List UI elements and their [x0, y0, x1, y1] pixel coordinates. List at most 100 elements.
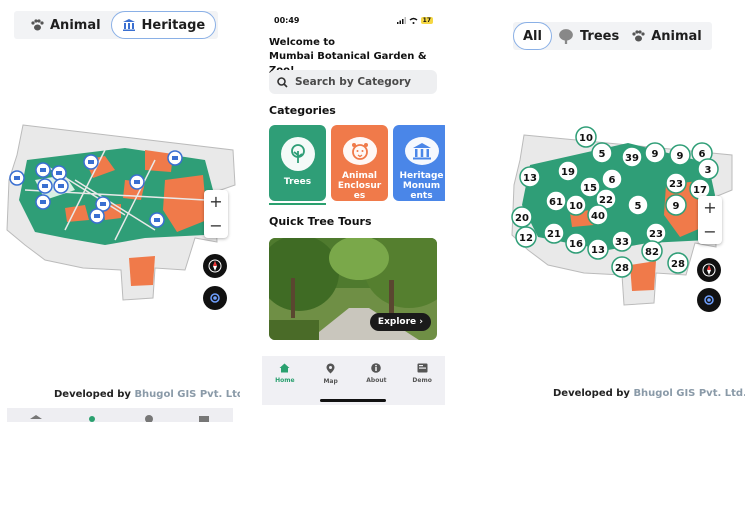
cluster-count: 33	[615, 237, 629, 248]
chip-all[interactable]: All	[513, 22, 552, 50]
zoom-out-button[interactable]: −	[703, 224, 716, 240]
tree-cluster-marker[interactable]: 23	[665, 172, 687, 194]
cluster-count: 13	[523, 173, 537, 184]
tree-icon	[290, 144, 305, 163]
tree-cluster-marker[interactable]: 28	[611, 256, 633, 278]
tree-cluster-marker[interactable]: 9	[644, 142, 666, 164]
chip-trees[interactable]: Trees	[552, 22, 625, 50]
category-card-animal-enclosures[interactable]: Animal Enclosur es	[331, 125, 388, 201]
bottom-tab-bar-partial	[7, 408, 233, 422]
zoom-controls: + −	[204, 190, 228, 238]
search-icon	[277, 76, 288, 88]
cluster-count: 28	[671, 259, 685, 270]
home-icon	[279, 363, 290, 373]
location-target-icon	[704, 295, 714, 305]
chevron-right-icon: ›	[419, 317, 423, 327]
tree-cluster-marker[interactable]: 13	[587, 238, 609, 260]
cluster-count: 21	[547, 229, 561, 240]
tree-cluster-marker[interactable]: 5	[627, 194, 649, 216]
category-carousel[interactable]: Trees Animal Enclosur es Heritage Monum …	[269, 125, 445, 201]
cluster-count: 28	[615, 263, 629, 274]
tab-about[interactable]: About	[356, 356, 396, 405]
cluster-count: 12	[519, 233, 533, 244]
chip-animal[interactable]: Animal	[14, 11, 111, 39]
compass-button[interactable]	[203, 254, 227, 278]
tree-icon	[559, 29, 573, 44]
chip-animal-label: Animal	[50, 17, 101, 33]
battery-icon: 17	[420, 17, 433, 24]
tree-cluster-marker[interactable]: 39	[621, 146, 643, 168]
cluster-count: 10	[569, 201, 583, 212]
search-placeholder: Search by Category	[295, 76, 412, 88]
tab-icons-partial	[30, 415, 209, 422]
tree-cluster-marker[interactable]: 28	[667, 252, 689, 274]
tree-cluster-marker[interactable]: 33	[611, 230, 633, 252]
category-selected-indicator	[269, 203, 326, 205]
cluster-count: 19	[561, 167, 575, 178]
compass-button[interactable]	[697, 258, 721, 282]
tree-cluster-marker[interactable]: 10	[575, 126, 597, 148]
tab-map[interactable]: Map	[311, 356, 351, 405]
cluster-count: 5	[635, 201, 642, 212]
tree-cluster-marker[interactable]: 20	[511, 206, 533, 228]
cluster-count: 16	[569, 239, 583, 250]
company-name: Bhugol GIS Pvt. Ltd.	[134, 389, 240, 400]
developer-credit: Developed by Bhugol GIS Pvt. Ltd.	[54, 389, 240, 400]
cluster-count: 9	[677, 151, 684, 162]
tree-cluster-marker[interactable]: 13	[519, 166, 541, 188]
tree-cluster-marker[interactable]: 16	[565, 232, 587, 254]
tree-cluster-marker[interactable]: 23	[645, 222, 667, 244]
locate-button[interactable]	[203, 286, 227, 310]
chip-heritage[interactable]: Heritage	[110, 11, 217, 39]
zoo-map[interactable]	[5, 120, 237, 305]
cluster-count: 9	[652, 149, 659, 160]
tab-demo[interactable]: Demo	[402, 356, 442, 405]
company-name: Bhugol GIS Pvt. Ltd.	[633, 388, 745, 399]
locate-button[interactable]	[697, 288, 721, 312]
category-card-trees[interactable]: Trees	[269, 125, 326, 201]
chip-heritage-label: Heritage	[141, 17, 206, 33]
tree-cluster-marker[interactable]: 40	[587, 204, 609, 226]
cluster-count: 61	[549, 197, 563, 208]
zoom-in-button[interactable]: +	[209, 194, 222, 210]
tree-cluster-marker[interactable]: 19	[557, 160, 579, 182]
status-icons: 17	[396, 16, 433, 25]
tree-cluster-marker[interactable]: 61	[545, 190, 567, 212]
quick-tree-tours-title: Quick Tree Tours	[269, 215, 372, 228]
explore-button[interactable]: Explore ›	[369, 313, 431, 331]
cluster-count: 40	[591, 211, 605, 222]
zoom-out-button[interactable]: −	[209, 218, 222, 234]
filter-chip-bar: All Trees Animal	[513, 22, 712, 50]
compass-icon	[702, 263, 716, 277]
tree-cluster-marker[interactable]: 21	[543, 222, 565, 244]
tree-cluster-marker[interactable]: 9	[665, 194, 687, 216]
search-bar[interactable]: Search by Category	[269, 70, 437, 94]
tree-tour-card[interactable]: Explore ›	[269, 238, 437, 340]
tree-cluster-marker[interactable]: 12	[515, 226, 537, 248]
zoom-controls: + −	[698, 196, 722, 244]
tab-home[interactable]: Home	[265, 356, 305, 405]
category-label-animal-enclosures: Animal Enclosur es	[337, 171, 382, 201]
chip-animal[interactable]: Animal	[625, 22, 708, 50]
tree-cluster-marker[interactable]: 9	[669, 144, 691, 166]
chip-all-label: All	[523, 28, 542, 44]
zoom-in-button[interactable]: +	[703, 200, 716, 216]
chip-animal-label: Animal	[651, 28, 702, 44]
paw-icon	[632, 30, 645, 42]
tree-cluster-marker[interactable]: 10	[565, 194, 587, 216]
tree-cluster-marker[interactable]: 3	[697, 158, 719, 180]
cluster-count: 3	[705, 165, 712, 176]
map-pin-icon	[326, 363, 335, 374]
location-target-icon	[210, 293, 220, 303]
cluster-count: 23	[669, 179, 683, 190]
cluster-count: 17	[693, 185, 707, 196]
tree-cluster-marker[interactable]: 6	[601, 168, 623, 190]
tree-cluster-marker[interactable]: 5	[591, 142, 613, 164]
left-map-screen: Animal Heritage + − Developed by Bhugol …	[0, 0, 240, 528]
category-card-heritage-monuments[interactable]: Heritage Monum ents	[393, 125, 445, 201]
status-bar: 00:49 17	[274, 16, 433, 25]
right-map-screen: All Trees Animal 10 5 39 9 9 6 13 19 15 6 3 23 17 61 1…	[505, 0, 745, 528]
cluster-count: 6	[609, 175, 616, 186]
tree-cluster-marker[interactable]: 82	[641, 240, 663, 262]
cluster-count: 23	[649, 229, 663, 240]
